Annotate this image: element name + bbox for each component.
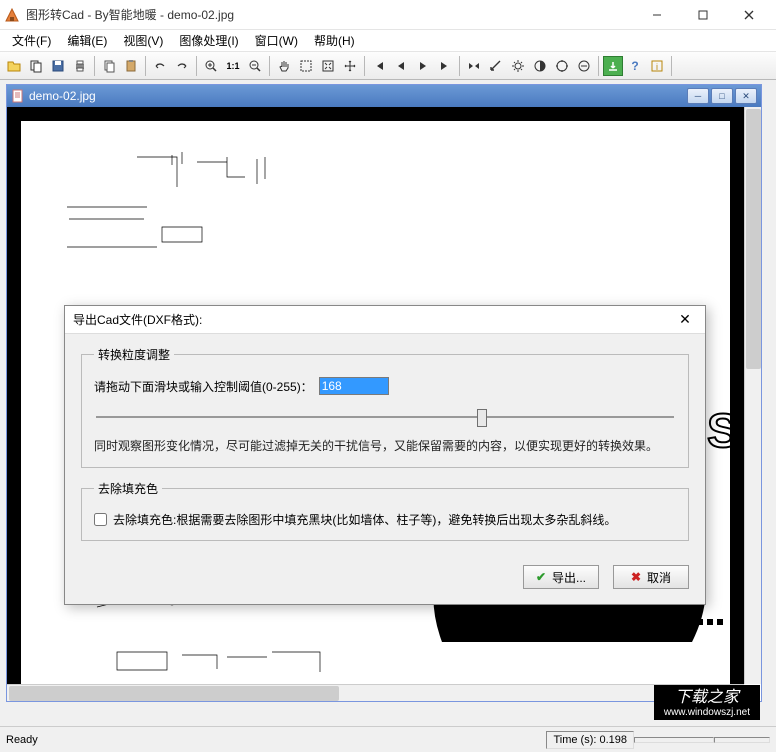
toolbar: 1:1 ? i xyxy=(0,52,776,80)
fill-group: 去除填充色 去除填充色:根据需要去除图形中填充黑块(比如墙体、柱子等)，避免转换… xyxy=(81,480,689,541)
threshold-legend: 转换粒度调整 xyxy=(94,346,174,363)
menu-window[interactable]: 窗口(W) xyxy=(247,30,306,51)
svg-text:S: S xyxy=(707,405,739,458)
mirror-v-icon[interactable] xyxy=(486,56,506,76)
threshold-description: 同时观察图形变化情况，尽可能过滤掉无关的干扰信号，又能保留需要的内容，以便实现更… xyxy=(94,437,676,455)
inc-icon[interactable] xyxy=(552,56,572,76)
window-titlebar: 图形转Cad - By智能地暖 - demo-02.jpg xyxy=(0,0,776,30)
export-dialog: 导出Cad文件(DXF格式): ✕ 转换粒度调整 请拖动下面滑块或输入控制阈值(… xyxy=(64,305,706,605)
window-title: 图形转Cad - By智能地暖 - demo-02.jpg xyxy=(26,6,634,23)
menu-bar: 文件(F) 编辑(E) 视图(V) 图像处理(I) 窗口(W) 帮助(H) xyxy=(0,30,776,52)
watermark-url: www.windowszj.net xyxy=(664,707,750,718)
next-icon[interactable] xyxy=(413,56,433,76)
zoom-11-icon[interactable]: 1:1 xyxy=(223,56,243,76)
menu-image[interactable]: 图像处理(I) xyxy=(171,30,246,51)
zoom-out-icon[interactable] xyxy=(245,56,265,76)
cancel-button[interactable]: ✖取消 xyxy=(613,565,689,589)
menu-edit[interactable]: 编辑(E) xyxy=(59,30,115,51)
info-icon[interactable]: i xyxy=(647,56,667,76)
document-titlebar: demo-02.jpg ─ □ ✕ xyxy=(7,85,761,107)
doc-maximize-button[interactable]: □ xyxy=(711,88,733,104)
paste-icon[interactable] xyxy=(121,56,141,76)
remove-fill-checkbox[interactable] xyxy=(94,513,107,526)
status-empty1 xyxy=(634,737,714,743)
status-ready: Ready xyxy=(6,734,546,746)
menu-help[interactable]: 帮助(H) xyxy=(306,30,363,51)
minimize-button[interactable] xyxy=(634,0,680,30)
hand-icon[interactable] xyxy=(274,56,294,76)
fit-icon[interactable] xyxy=(318,56,338,76)
mdi-area: demo-02.jpg ─ □ ✕ xyxy=(0,80,776,746)
close-button[interactable] xyxy=(726,0,772,30)
svg-text:i: i xyxy=(656,62,658,72)
select-icon[interactable] xyxy=(296,56,316,76)
dialog-titlebar: 导出Cad文件(DXF格式): ✕ xyxy=(65,306,705,334)
maximize-button[interactable] xyxy=(680,0,726,30)
help-icon[interactable]: ? xyxy=(625,56,645,76)
watermark: 下载之家 www.windowszj.net xyxy=(654,685,760,720)
slider-thumb[interactable] xyxy=(477,409,487,427)
open-icon[interactable] xyxy=(4,56,24,76)
prev-icon[interactable] xyxy=(391,56,411,76)
mirror-h-icon[interactable] xyxy=(464,56,484,76)
vertical-scrollbar[interactable] xyxy=(744,107,761,684)
copy-icon[interactable] xyxy=(26,56,46,76)
menu-view[interactable]: 视图(V) xyxy=(115,30,171,51)
threshold-slider[interactable] xyxy=(96,407,674,427)
undo-icon[interactable] xyxy=(150,56,170,76)
threshold-label: 请拖动下面滑块或输入控制阈值(0-255)： xyxy=(94,378,313,395)
dialog-close-button[interactable]: ✕ xyxy=(673,310,697,330)
horizontal-scrollbar[interactable] xyxy=(7,684,744,701)
doc-close-button[interactable]: ✕ xyxy=(735,88,757,104)
status-bar: Ready Time (s): 0.198 xyxy=(0,726,776,752)
threshold-input[interactable] xyxy=(319,377,389,395)
x-icon: ✖ xyxy=(631,570,641,584)
status-time: Time (s): 0.198 xyxy=(546,731,634,749)
dialog-title: 导出Cad文件(DXF格式): xyxy=(73,311,673,328)
fill-legend: 去除填充色 xyxy=(94,480,162,497)
zoom-in-icon[interactable] xyxy=(201,56,221,76)
app-icon xyxy=(4,7,20,23)
last-icon[interactable] xyxy=(435,56,455,76)
watermark-text: 下载之家 xyxy=(664,689,750,707)
document-title: demo-02.jpg xyxy=(29,89,687,103)
copy2-icon[interactable] xyxy=(99,56,119,76)
remove-fill-label: 去除填充色:根据需要去除图形中填充黑块(比如墙体、柱子等)，避免转换后出现太多杂… xyxy=(113,511,616,528)
status-empty2 xyxy=(714,737,770,743)
document-icon xyxy=(11,89,25,103)
export-icon[interactable] xyxy=(603,56,623,76)
print-icon[interactable] xyxy=(70,56,90,76)
contrast-icon[interactable] xyxy=(530,56,550,76)
threshold-group: 转换粒度调整 请拖动下面滑块或输入控制阈值(0-255)： 同时观察图形变化情况… xyxy=(81,346,689,468)
doc-minimize-button[interactable]: ─ xyxy=(687,88,709,104)
move-icon[interactable] xyxy=(340,56,360,76)
redo-icon[interactable] xyxy=(172,56,192,76)
export-button[interactable]: ✔导出... xyxy=(523,565,599,589)
menu-file[interactable]: 文件(F) xyxy=(4,30,59,51)
balance-icon[interactable] xyxy=(574,56,594,76)
tick-icon: ✔ xyxy=(536,570,546,584)
first-icon[interactable] xyxy=(369,56,389,76)
brightness-icon[interactable] xyxy=(508,56,528,76)
save-icon[interactable] xyxy=(48,56,68,76)
